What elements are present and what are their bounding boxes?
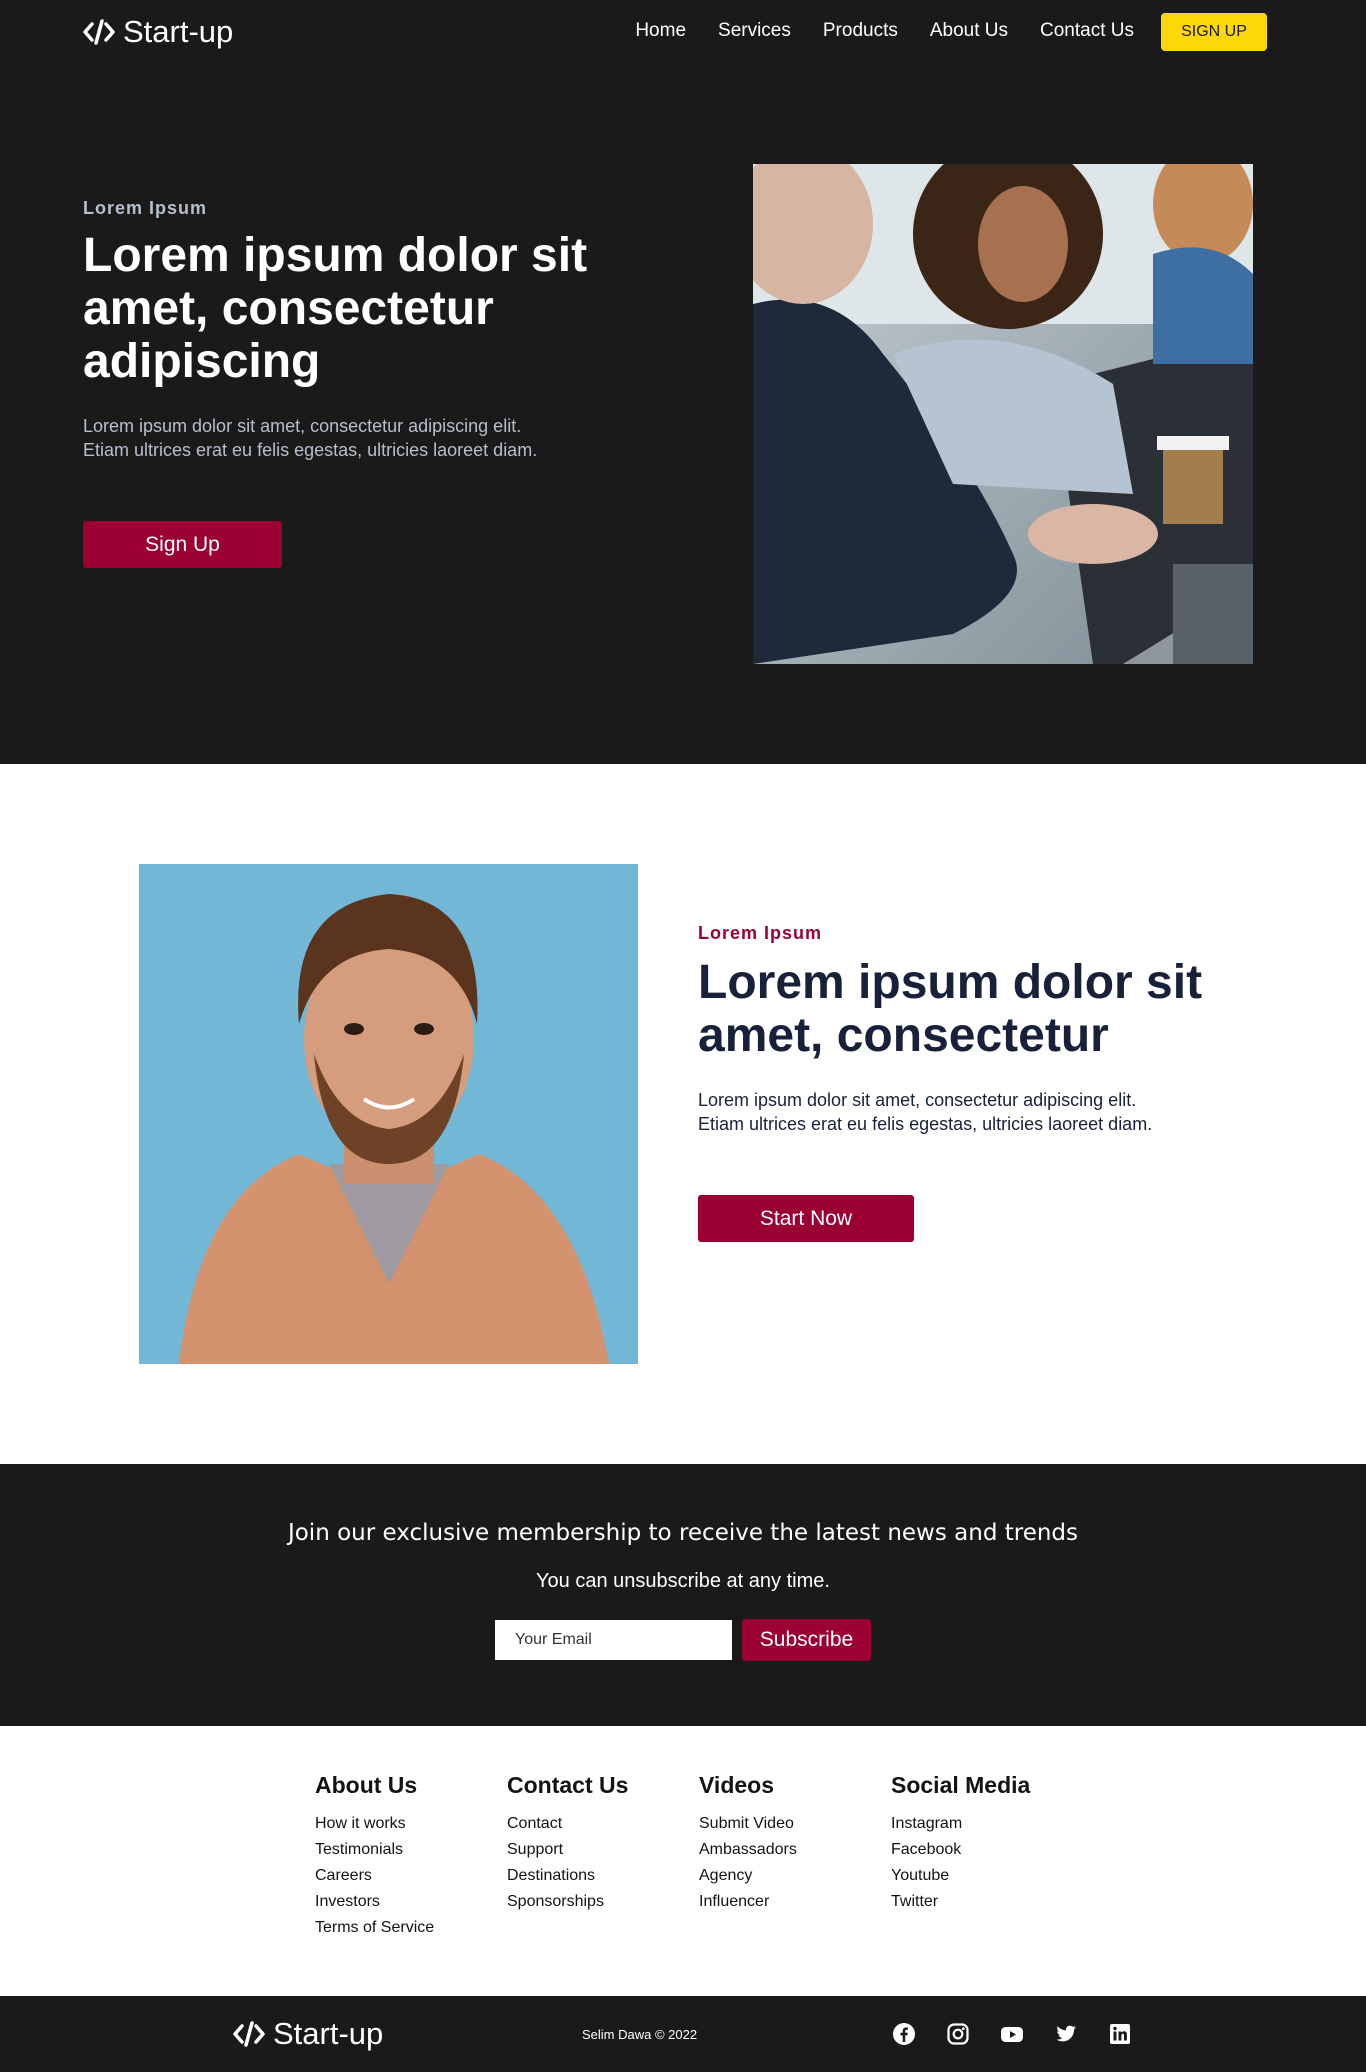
feature-title: Lorem ipsum dolor sit amet, consectetur	[698, 956, 1203, 1062]
nav-link-services[interactable]: Services	[718, 17, 791, 45]
footer-link[interactable]: Contact	[507, 1811, 628, 1837]
footer-brand-name: Start-up	[273, 2016, 384, 2051]
footer-link[interactable]: Twitter	[891, 1889, 1030, 1915]
footer-link[interactable]: How it works	[315, 1811, 434, 1837]
feature-section: Lorem Ipsum Lorem ipsum dolor sit amet, …	[0, 764, 1366, 1464]
newsletter-subtext: You can unsubscribe at any time.	[536, 1570, 830, 1592]
linkedin-icon[interactable]	[1108, 2022, 1132, 2046]
footer-link[interactable]: Influencer	[699, 1889, 797, 1915]
footer-column-title: Social Media	[891, 1772, 1031, 1798]
footer-link[interactable]: Careers	[315, 1863, 434, 1889]
code-icon	[83, 19, 115, 45]
footer-link[interactable]: Submit Video	[699, 1811, 797, 1837]
footer-column-title: About Us	[315, 1772, 418, 1798]
footer-column-title: Videos	[699, 1772, 774, 1798]
nav-link-contact-us[interactable]: Contact Us	[1040, 17, 1134, 45]
twitter-icon[interactable]	[1054, 2022, 1078, 2046]
newsletter-section: Join our exclusive membership to receive…	[0, 1464, 1366, 1726]
footer-column-videos: Videos Submit Video Ambassadors Agency I…	[699, 1772, 797, 1915]
nav-links: Home Services Products About Us Contact …	[635, 17, 1134, 45]
footer-link[interactable]: Instagram	[891, 1811, 1030, 1837]
footer-link[interactable]: Facebook	[891, 1837, 1030, 1863]
footer-brand-logo[interactable]: Start-up	[233, 2014, 383, 2054]
brand-logo[interactable]: Start-up	[83, 12, 233, 52]
navbar: Start-up Home Services Products About Us…	[0, 0, 1366, 64]
footer-link[interactable]: Destinations	[507, 1863, 628, 1889]
bottom-bar: Start-up Selim Dawa © 2022	[0, 1996, 1366, 2072]
subscribe-button[interactable]: Subscribe	[742, 1619, 871, 1661]
nav-link-products[interactable]: Products	[823, 17, 898, 45]
footer-column-about: About Us How it works Testimonials Caree…	[315, 1772, 434, 1941]
feature-eyebrow: Lorem Ipsum	[698, 923, 823, 943]
footer-column-title: Contact Us	[507, 1772, 629, 1798]
newsletter-heading: Join our exclusive membership to receive…	[287, 1520, 1079, 1546]
footer-link[interactable]: Testimonials	[315, 1837, 434, 1863]
hero-team-photo	[753, 164, 1253, 664]
copyright-text: Selim Dawa © 2022	[582, 2027, 698, 2042]
footer-link[interactable]: Agency	[699, 1863, 797, 1889]
footer-column-social: Social Media Instagram Facebook Youtube …	[891, 1772, 1030, 1915]
nav-signup-button[interactable]: SIGN UP	[1161, 13, 1267, 51]
start-now-button[interactable]: Start Now	[698, 1195, 914, 1242]
hero-signup-button[interactable]: Sign Up	[83, 521, 282, 568]
hero-title: Lorem ipsum dolor sit amet, consectetur …	[83, 229, 588, 388]
hero-eyebrow: Lorem Ipsum	[83, 198, 208, 218]
facebook-icon[interactable]	[892, 2022, 916, 2046]
footer-link[interactable]: Terms of Service	[315, 1915, 434, 1941]
feature-text: Lorem ipsum dolor sit amet, consectetur …	[698, 1090, 1153, 1134]
brand-name: Start-up	[123, 14, 234, 49]
footer-link[interactable]: Youtube	[891, 1863, 1030, 1889]
footer-link[interactable]: Support	[507, 1837, 628, 1863]
hero-text: Lorem ipsum dolor sit amet, consectetur …	[83, 416, 538, 460]
social-icons	[892, 2022, 1132, 2046]
nav-link-home[interactable]: Home	[635, 17, 686, 45]
code-icon	[233, 2021, 265, 2047]
youtube-icon[interactable]	[1000, 2022, 1024, 2046]
footer-links: About Us How it works Testimonials Caree…	[0, 1726, 1366, 1996]
footer-link[interactable]: Ambassadors	[699, 1837, 797, 1863]
footer-link[interactable]: Investors	[315, 1889, 434, 1915]
footer-link[interactable]: Sponsorships	[507, 1889, 628, 1915]
hero-section: Lorem Ipsum Lorem ipsum dolor sit amet, …	[0, 64, 1366, 764]
email-input[interactable]	[495, 1620, 732, 1660]
nav-link-about-us[interactable]: About Us	[930, 17, 1008, 45]
footer-column-contact: Contact Us Contact Support Destinations …	[507, 1772, 628, 1915]
instagram-icon[interactable]	[946, 2022, 970, 2046]
portrait-photo	[139, 864, 638, 1364]
